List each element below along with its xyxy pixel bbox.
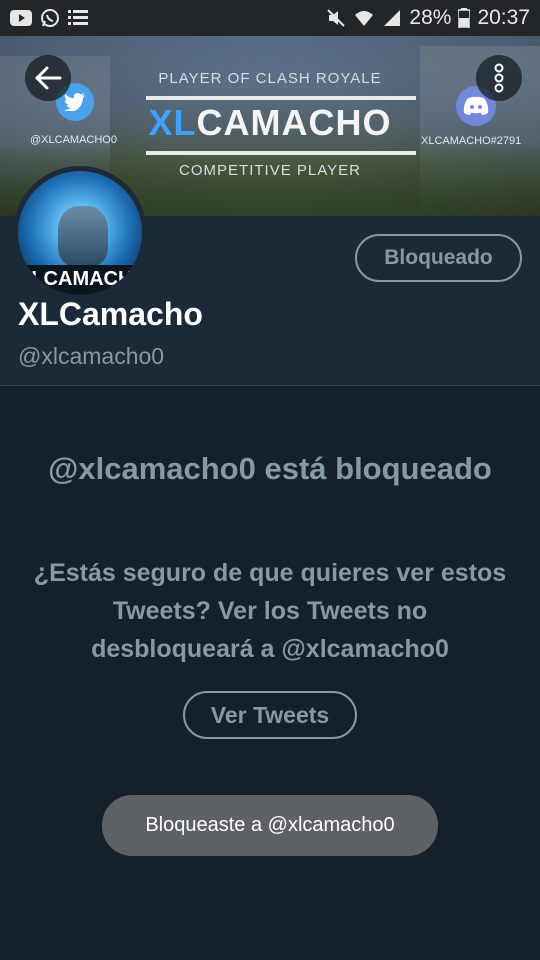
back-arrow-icon [35,66,62,90]
battery-icon [458,8,471,28]
more-vertical-icon [494,63,504,93]
notification-list-icon [68,9,88,27]
toast-message: Bloqueaste a @xlcamacho0 [102,795,438,856]
blocked-title: @xlcamacho0 está bloqueado [48,451,492,486]
banner-divider-bottom [146,151,416,155]
status-bar: 28% 20:37 [0,0,540,36]
avatar-text: XLCAMACHO [18,268,147,290]
whatsapp-icon [40,8,60,28]
banner-divider-top [146,96,416,100]
banner-title-xl: XL [148,102,197,143]
battery-percent: 28% [409,6,452,29]
profile-handle: @xlcamacho0 [18,343,165,369]
view-tweets-button[interactable]: Ver Tweets [183,691,357,739]
youtube-icon [10,10,32,26]
clock: 20:37 [477,6,530,29]
banner-title-rest: CAMACHO [196,102,392,143]
more-options-button[interactable] [476,55,522,101]
blocked-button[interactable]: Bloqueado [355,234,522,282]
avatar[interactable]: XLCAMACHO [13,166,147,300]
banner-discord-handle: XLCAMACHO#2791 [421,135,522,147]
status-bar-left [10,8,88,28]
back-button[interactable] [25,55,71,101]
profile-name: XLCamacho [18,296,203,332]
avatar-figure [58,206,108,266]
mute-icon [326,8,346,28]
wifi-icon [353,8,375,28]
blocked-description: ¿Estás seguro de que quieres ver estos T… [33,559,507,663]
status-bar-right: 28% 20:37 [326,6,530,30]
banner-twitter-handle: @XLCAMACHO0 [30,134,117,146]
signal-icon [382,8,402,28]
